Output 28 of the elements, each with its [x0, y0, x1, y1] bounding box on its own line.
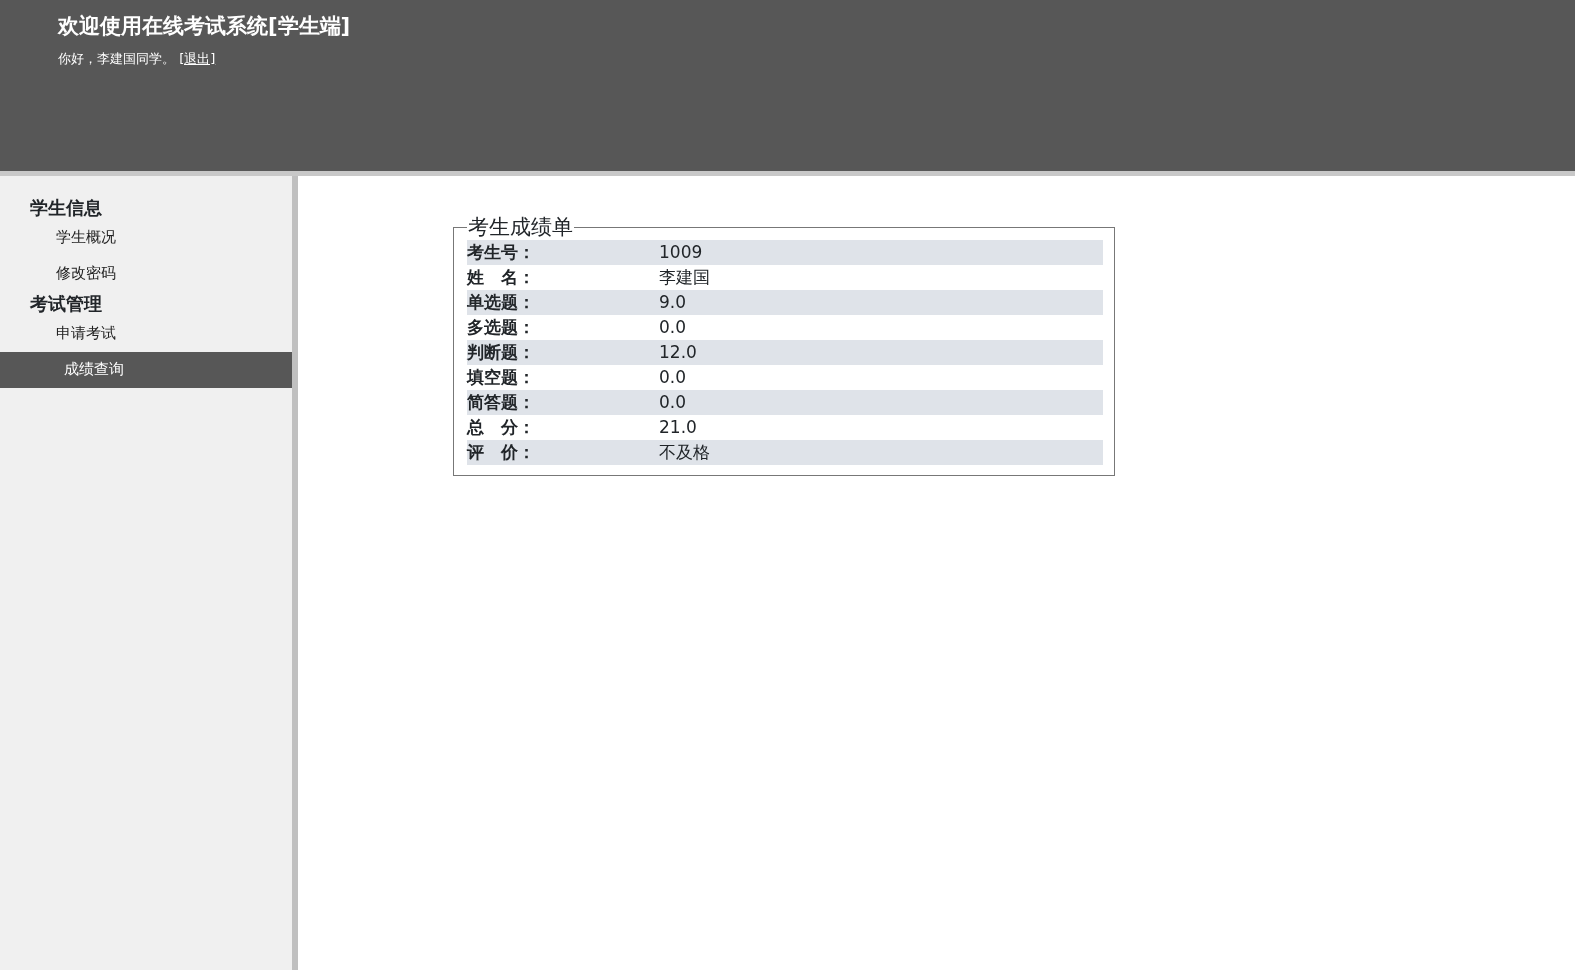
field-value: 21.0 — [659, 415, 697, 439]
field-value: 1009 — [659, 240, 703, 264]
field-value: 不及格 — [659, 440, 710, 464]
field-label: 考生号： — [467, 240, 536, 264]
field-value: 0.0 — [659, 390, 687, 414]
field-value: 0.0 — [659, 315, 687, 339]
field-label: 判断题： — [467, 340, 536, 364]
field-value: 9.0 — [659, 290, 687, 314]
field-label: 评 价： — [467, 440, 536, 464]
field-label: 总 分： — [467, 415, 536, 439]
panel-legend: 考生成绩单 — [467, 214, 574, 240]
field-label: 单选题： — [467, 290, 536, 314]
sidebar-group-title: 学生信息 — [29, 196, 103, 220]
field-value: 0.0 — [659, 365, 687, 389]
sidebar-group-title: 考试管理 — [29, 292, 103, 316]
sidebar-item[interactable]: 修改密码 — [0, 256, 292, 292]
sidebar-item[interactable]: 成绩查询 — [0, 352, 292, 388]
logout-link[interactable]: [退出] — [179, 51, 216, 67]
field-label: 简答题： — [467, 390, 536, 414]
field-label: 多选题： — [467, 315, 536, 339]
field-label: 姓 名： — [467, 265, 536, 289]
sidebar-item[interactable]: 申请考试 — [0, 316, 292, 352]
page-title: 欢迎使用在线考试系统[学生端] — [58, 14, 352, 40]
sidebar-item[interactable]: 学生概况 — [0, 220, 292, 256]
greeting-text: 你好，李建国同学。 — [58, 51, 175, 67]
field-value: 李建国 — [659, 265, 710, 289]
field-value: 12.0 — [659, 340, 697, 364]
field-label: 填空题： — [467, 365, 536, 389]
